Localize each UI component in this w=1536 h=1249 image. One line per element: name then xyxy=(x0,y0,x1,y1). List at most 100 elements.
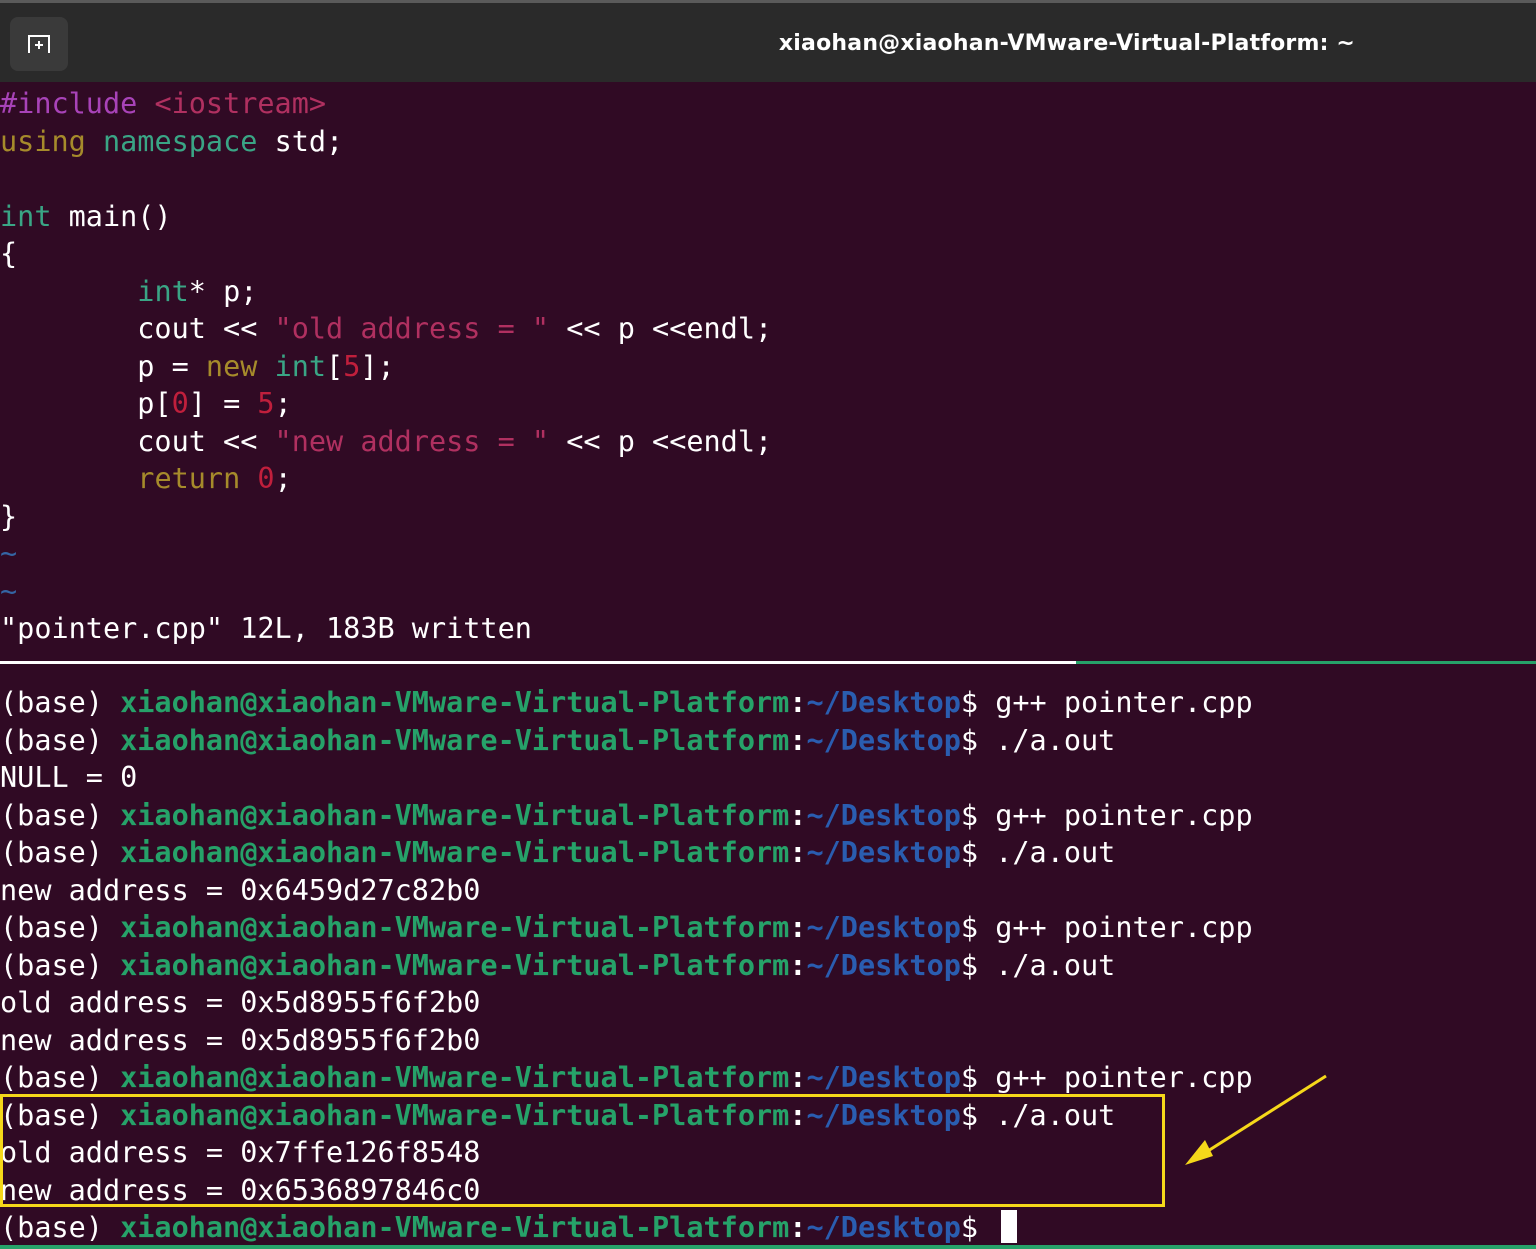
command-text: g++ pointer.cpp xyxy=(995,911,1253,944)
prompt-symbol: $ xyxy=(960,723,996,757)
code-token: [ xyxy=(326,349,344,383)
command-text: ./a.out xyxy=(995,1098,1116,1132)
prompt-line: (base) xiaohan@xiaohan-VMware-Virtual-Pl… xyxy=(0,909,1253,947)
prompt-line: (base) xiaohan@xiaohan-VMware-Virtual-Pl… xyxy=(0,722,1115,760)
terminal-window: xiaohan@xiaohan-VMware-Virtual-Platform:… xyxy=(0,0,1536,1249)
code-token: 0 xyxy=(171,387,189,420)
code-token: namespace xyxy=(102,124,258,158)
code-line: p[0] = 5; xyxy=(0,385,292,423)
code-token: ; xyxy=(274,462,292,495)
code-token: ] = xyxy=(188,387,258,420)
prompt-line: (base) xiaohan@xiaohan-VMware-Virtual-Pl… xyxy=(0,1209,1018,1247)
command-text: g++ pointer.cpp xyxy=(995,1061,1253,1094)
prompt-path: ~/Desktop xyxy=(806,1211,961,1244)
code-token: cout << xyxy=(0,312,275,345)
code-token: 5 xyxy=(343,349,361,383)
prompt-symbol: $ xyxy=(960,798,996,832)
code-token: 0 xyxy=(257,462,275,495)
code-token: main() xyxy=(51,199,172,233)
output-line: old address = 0x7ffe126f8548 xyxy=(0,1136,481,1169)
bottom-status-bar xyxy=(0,1245,1536,1249)
prompt-separator: : xyxy=(789,723,807,757)
prompt-separator: : xyxy=(789,911,807,944)
prompt-symbol: $ xyxy=(960,1061,996,1094)
prompt-path: ~/Desktop xyxy=(806,1061,961,1094)
title-bar: xiaohan@xiaohan-VMware-Virtual-Platform:… xyxy=(0,0,1536,82)
prompt-path: ~/Desktop xyxy=(806,798,961,832)
output-line: old address = 0x5d8955f6f2b0 xyxy=(0,986,481,1019)
output-line: new address = 0x6459d27c82b0 xyxy=(0,873,481,907)
code-line: { xyxy=(0,235,17,273)
output-line: NULL = 0 xyxy=(0,761,138,794)
command-text: g++ pointer.cpp xyxy=(995,798,1253,832)
code-token: std; xyxy=(257,124,344,158)
code-line: #include <iostream> xyxy=(0,85,326,123)
code-token: } xyxy=(0,499,18,533)
code-line: cout << "new address = " << p <<endl; xyxy=(0,423,772,461)
prompt-line: (base) xiaohan@xiaohan-VMware-Virtual-Pl… xyxy=(0,947,1115,985)
prompt-user: xiaohan@xiaohan-VMware-Virtual-Platform xyxy=(120,911,790,944)
prompt-env: (base) xyxy=(0,686,121,719)
code-line: int main() xyxy=(0,198,172,236)
code-token: ; xyxy=(274,387,292,420)
code-token: ~ xyxy=(0,537,18,570)
code-line: } xyxy=(0,498,17,536)
prompt-separator: : xyxy=(789,1098,807,1132)
prompt-separator: : xyxy=(789,798,807,832)
code-token: ~ xyxy=(0,574,18,608)
prompt-line: (base) xiaohan@xiaohan-VMware-Virtual-Pl… xyxy=(0,684,1253,722)
prompt-line: (base) xiaohan@xiaohan-VMware-Virtual-Pl… xyxy=(0,1059,1253,1097)
prompt-separator: : xyxy=(789,686,807,719)
prompt-path: ~/Desktop xyxy=(806,1098,961,1132)
code-token: 5 xyxy=(257,387,275,420)
code-token: p = xyxy=(0,349,206,383)
code-token: "old address = " xyxy=(274,312,550,345)
code-line: int* p; xyxy=(0,273,257,311)
code-token: * p; xyxy=(188,274,258,308)
code-token: int xyxy=(274,349,327,383)
prompt-env: (base) xyxy=(0,1098,121,1132)
terminal-pane[interactable]: (base) xiaohan@xiaohan-VMware-Virtual-Pl… xyxy=(0,664,1536,1249)
window-title: xiaohan@xiaohan-VMware-Virtual-Platform:… xyxy=(778,31,1356,56)
prompt-symbol: $ xyxy=(960,948,996,982)
prompt-line: (base) xiaohan@xiaohan-VMware-Virtual-Pl… xyxy=(0,1097,1115,1135)
code-token: ]; xyxy=(360,349,395,383)
code-token: using xyxy=(0,124,86,158)
prompt-path: ~/Desktop xyxy=(806,836,961,869)
code-line: return 0; xyxy=(0,460,292,498)
prompt-separator: : xyxy=(789,1061,807,1094)
prompt-symbol: $ xyxy=(960,686,996,719)
vim-editor[interactable]: #include <iostream> using namespace std; i… xyxy=(0,82,1536,662)
code-token: { xyxy=(0,237,18,270)
command-text: ./a.out xyxy=(995,723,1116,757)
code-token: cout << xyxy=(0,424,275,458)
prompt-env: (base) xyxy=(0,911,121,944)
command-text: ./a.out xyxy=(995,948,1116,982)
prompt-env: (base) xyxy=(0,948,121,982)
prompt-user: xiaohan@xiaohan-VMware-Virtual-Platform xyxy=(120,686,790,719)
code-token: #include xyxy=(0,87,155,120)
prompt-separator: : xyxy=(789,948,807,982)
prompt-env: (base) xyxy=(0,723,121,757)
vim-status-message: "pointer.cpp" 12L, 183B written xyxy=(0,612,532,645)
code-token: << p <<endl; xyxy=(549,424,773,458)
text-cursor xyxy=(1001,1210,1018,1243)
code-token: "new address = " xyxy=(274,424,550,458)
prompt-line: (base) xiaohan@xiaohan-VMware-Virtual-Pl… xyxy=(0,834,1115,872)
code-line: using namespace std; xyxy=(0,123,343,161)
prompt-user: xiaohan@xiaohan-VMware-Virtual-Platform xyxy=(120,1211,790,1244)
code-token: int xyxy=(0,199,52,233)
prompt-symbol: $ xyxy=(960,911,996,944)
code-line: ~ xyxy=(0,573,17,611)
prompt-env: (base) xyxy=(0,1061,121,1094)
prompt-separator: : xyxy=(789,1211,807,1244)
prompt-user: xiaohan@xiaohan-VMware-Virtual-Platform xyxy=(120,798,790,832)
prompt-symbol: $ xyxy=(960,836,996,869)
prompt-user: xiaohan@xiaohan-VMware-Virtual-Platform xyxy=(120,836,790,869)
prompt-env: (base) xyxy=(0,798,121,832)
prompt-user: xiaohan@xiaohan-VMware-Virtual-Platform xyxy=(120,723,790,757)
